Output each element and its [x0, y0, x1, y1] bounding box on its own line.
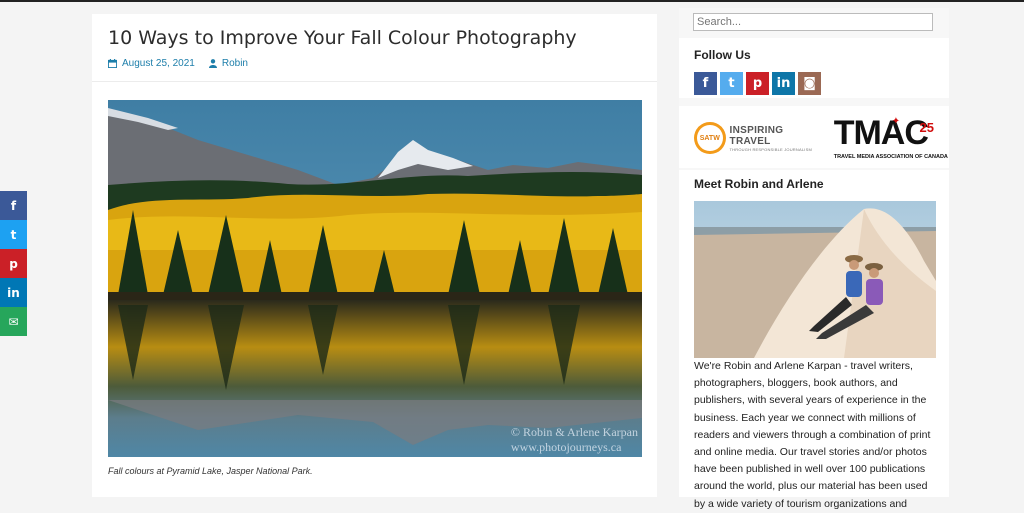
twitter-icon: t [10, 227, 17, 242]
search-input[interactable] [693, 13, 933, 31]
tmac-subtitle: TRAVEL MEDIA ASSOCIATION OF CANADA [833, 154, 948, 160]
meta-divider [92, 81, 657, 82]
authors-bio: We're Robin and Arlene Karpan - travel w… [694, 360, 931, 510]
email-icon: ✉ [8, 314, 19, 329]
share-linkedin-button[interactable]: in [0, 278, 27, 307]
featured-photo[interactable]: © Robin & Arlene Karpan www.photojourney… [108, 100, 642, 457]
pinterest-link[interactable]: p [746, 72, 769, 95]
maple-leaf-icon: ✦ [891, 116, 901, 127]
post-author[interactable]: Robin [208, 58, 248, 69]
user-icon [208, 59, 217, 68]
facebook-icon: f [10, 198, 17, 213]
facebook-link[interactable]: f [694, 72, 717, 95]
authors-photo[interactable] [694, 201, 936, 358]
photo-watermark: © Robin & Arlene Karpan www.photojourney… [511, 425, 638, 455]
linkedin-link[interactable]: in [772, 72, 795, 95]
article-meta: August 25, 2021 Robin [108, 58, 248, 69]
linkedin-icon: in [7, 285, 20, 300]
pinterest-icon: p [9, 256, 18, 271]
post-author-text: Robin [221, 58, 248, 69]
share-email-button[interactable]: ✉ [0, 307, 27, 336]
photo-caption: Fall colours at Pyramid Lake, Jasper Nat… [108, 466, 313, 476]
satw-subtitle: THROUGH RESPONSIBLE JOURNALISM [729, 146, 812, 152]
post-date[interactable]: August 25, 2021 [108, 58, 195, 69]
twitter-link[interactable]: t [720, 72, 743, 95]
calendar-icon [108, 59, 117, 68]
article-title[interactable]: 10 Ways to Improve Your Fall Colour Phot… [108, 27, 577, 49]
watermark-url: www.photojourneys.ca [510, 440, 622, 454]
about-heading: Meet Robin and Arlene [694, 177, 824, 191]
linkedin-icon: in [776, 76, 791, 91]
post-date-text: August 25, 2021 [122, 58, 195, 69]
instagram-icon: ◙ [803, 76, 816, 91]
top-border [0, 0, 1024, 2]
pinterest-icon: p [752, 76, 763, 91]
tmac-logo[interactable]: TMAC ✦ 25 TRAVEL MEDIA ASSOCIATION OF CA… [834, 114, 948, 162]
twitter-icon: t [728, 76, 735, 91]
floating-share-bar: f t p in ✉ [0, 191, 27, 336]
satw-badge: SATW [694, 122, 726, 154]
social-links: f t p in ◙ [694, 72, 821, 95]
satw-logo[interactable]: SATW INSPIRING TRAVEL THROUGH RESPONSIBL… [694, 122, 826, 154]
affiliation-logos: SATW INSPIRING TRAVEL THROUGH RESPONSIBL… [694, 112, 948, 164]
share-twitter-button[interactable]: t [0, 220, 27, 249]
share-pinterest-button[interactable]: p [0, 249, 27, 278]
satw-title: INSPIRING TRAVEL [729, 124, 784, 147]
follow-us-heading: Follow Us [694, 48, 751, 62]
share-facebook-button[interactable]: f [0, 191, 27, 220]
instagram-link[interactable]: ◙ [798, 72, 821, 95]
watermark-copyright: © Robin & Arlene Karpan [510, 425, 638, 439]
sidebar: Follow Us f t p in ◙ SATW INSPIRING TRAV… [679, 8, 949, 510]
facebook-icon: f [702, 76, 709, 91]
article-panel: 10 Ways to Improve Your Fall Colour Phot… [92, 14, 657, 497]
tmac-anniversary: 25 [919, 120, 934, 135]
